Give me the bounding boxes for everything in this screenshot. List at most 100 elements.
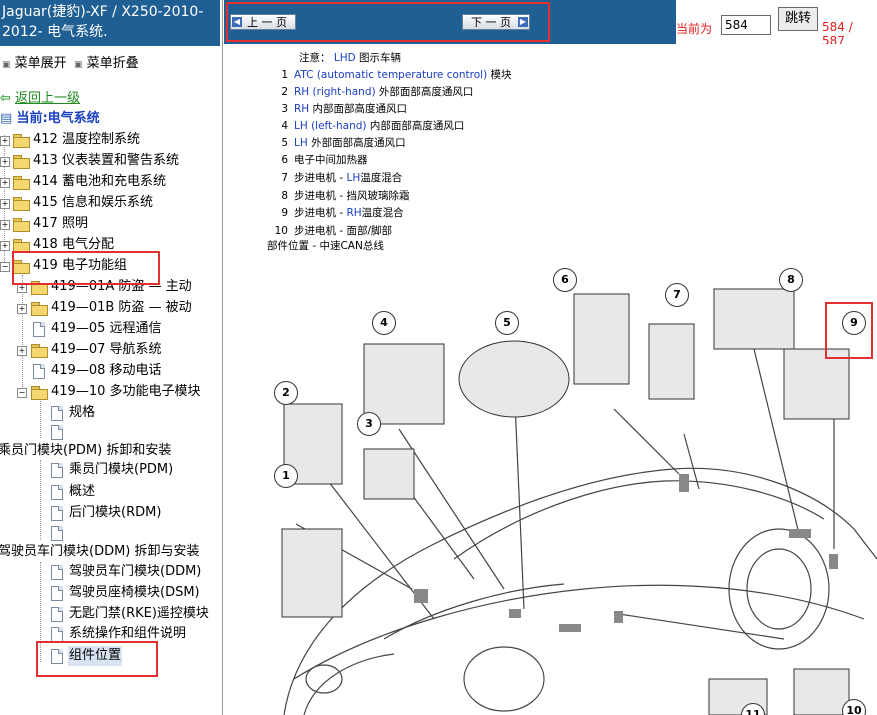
module-7-image [648, 323, 695, 400]
legend-prefix: 步进电机 - [294, 207, 347, 219]
tree-item-label: 驾驶员车门模块(DDM) [69, 564, 202, 579]
tree-item-label: 419—05 远程通信 [51, 321, 162, 336]
callout-6: 6 [553, 268, 577, 292]
tree-item-label: 413 仪表装置和警告系统 [33, 153, 179, 168]
tree-item-label: 417 照明 [33, 216, 88, 231]
tree-item-label: 419—08 移动电话 [51, 363, 162, 378]
collapse-menu-button[interactable]: ▣ 菜单折叠 [74, 52, 139, 71]
expand-icon: ▣ [2, 60, 11, 70]
legend-item: 10 步进电机 - 面部/脚部 [272, 223, 392, 238]
legend-text: 内部面部高度通风口 [309, 103, 408, 115]
callout-5: 5 [495, 311, 519, 335]
legend-item: 5 LH 外部面部高度通风口 [272, 135, 406, 150]
legend-number: 4 [281, 120, 288, 132]
connector [789, 529, 811, 538]
legend-number: 5 [281, 137, 288, 149]
legend-text: 步进电机 - 挡风玻璃除霜 [294, 190, 410, 202]
legend-item: 6 电子中间加热器 [272, 152, 367, 167]
document-icon [51, 406, 63, 421]
document-icon [51, 425, 63, 440]
leader-line [613, 408, 680, 475]
collapse-minus-icon[interactable]: − [17, 388, 27, 398]
expand-plus-icon[interactable]: + [0, 178, 10, 188]
document-icon [51, 506, 63, 521]
highlight-box [36, 641, 158, 677]
tree-item-label: 414 蓄电池和充电系统 [33, 174, 166, 189]
legend-note-suffix: 图示车辆 [359, 52, 402, 64]
legend-number: 3 [281, 103, 288, 115]
tree-guide-line [40, 460, 41, 540]
legend-text: 外部面部高度通风口 [307, 137, 406, 149]
current-page-label: 当前为 [676, 22, 713, 36]
car-hood-line [383, 583, 565, 640]
next-page-label: 下 一 页 [471, 16, 511, 29]
legend-text: 外部面部高度通风口 [375, 86, 474, 98]
tree-item-label: 419—10 多功能电子模块 [51, 384, 201, 399]
legend-note-highlight: LHD [333, 52, 356, 64]
tree-item-label: 412 温度控制系统 [33, 132, 140, 147]
module-4-image [363, 343, 445, 425]
jump-button[interactable]: 跳转 [778, 7, 818, 31]
folder-icon [13, 197, 30, 211]
document-icon [51, 565, 63, 580]
legend-text: 温度混合 [360, 172, 403, 184]
legend-number: 1 [281, 69, 288, 81]
tree-guide-line [22, 275, 23, 395]
current-location: ▤ 当前:电气系统 [0, 109, 100, 129]
folder-icon [31, 302, 48, 316]
expand-plus-icon[interactable]: + [0, 157, 10, 167]
legend-item: 4 LH (left-hand) 内部面部高度通风口 [272, 118, 464, 133]
legend-number: 10 [274, 225, 288, 237]
connector [509, 609, 521, 618]
collapse-minus-icon[interactable]: − [0, 262, 10, 272]
tree-guide-line [40, 398, 41, 438]
current-location-label: 当前:电气系统 [16, 111, 100, 126]
document-icon [51, 526, 63, 541]
legend-note-prefix: 注意： [299, 52, 331, 64]
document-icon [51, 586, 63, 601]
callout-3: 3 [357, 412, 381, 436]
car-belt-line [293, 584, 865, 680]
expand-plus-icon[interactable]: + [0, 136, 10, 146]
expand-plus-icon[interactable]: + [0, 220, 10, 230]
legend-number: 9 [281, 207, 288, 219]
connector [559, 624, 581, 632]
legend-item: 8 步进电机 - 挡风玻璃除霜 [272, 188, 409, 203]
document-icon [33, 322, 45, 337]
document-icon [51, 607, 63, 622]
callout-1: 1 [274, 464, 298, 488]
legend-highlight: RH (right-hand) [294, 86, 376, 98]
car-front-wheel [463, 646, 545, 712]
connector [829, 554, 838, 569]
module-9-image [783, 348, 850, 420]
legend-number: 6 [281, 154, 288, 166]
expand-plus-icon[interactable]: + [0, 241, 10, 251]
back-link[interactable]: ⇦ 返回上一级 [0, 89, 80, 109]
legend-footer: 部件位置 - 中速CAN总线 [267, 240, 384, 252]
expand-plus-icon[interactable]: + [17, 346, 27, 356]
callout-4: 4 [372, 311, 396, 335]
page-number-input[interactable] [721, 15, 771, 35]
current-location-icon: ▤ [0, 111, 13, 126]
tree-item-label: 驾驶员座椅模块(DSM) [69, 585, 200, 600]
expand-plus-icon[interactable]: + [0, 199, 10, 209]
legend-item: 7 步进电机 - LH温度混合 [272, 170, 402, 185]
back-link-label: 返回上一级 [15, 91, 81, 106]
connector [614, 611, 623, 623]
car-roof-outline [283, 467, 877, 715]
tree-item-label: 415 信息和娱乐系统 [33, 195, 153, 210]
prev-page-button[interactable]: ◀ 上 一 页 [230, 14, 296, 30]
highlight-box [12, 251, 160, 285]
expand-plus-icon[interactable]: + [17, 304, 27, 314]
expand-menu-button[interactable]: ▣ 菜单展开 [2, 52, 67, 71]
collapse-menu-label: 菜单折叠 [86, 56, 139, 71]
document-icon [51, 627, 63, 642]
leader-line [618, 613, 785, 640]
module-3-image [363, 448, 415, 500]
folder-icon [13, 239, 30, 253]
car-rear-rim [746, 548, 812, 630]
leader-line [398, 428, 505, 590]
legend-text: 模块 [487, 69, 512, 81]
next-page-button[interactable]: 下 一 页 ▶ [462, 14, 530, 30]
legend-text: 步进电机 - 面部/脚部 [294, 225, 393, 237]
